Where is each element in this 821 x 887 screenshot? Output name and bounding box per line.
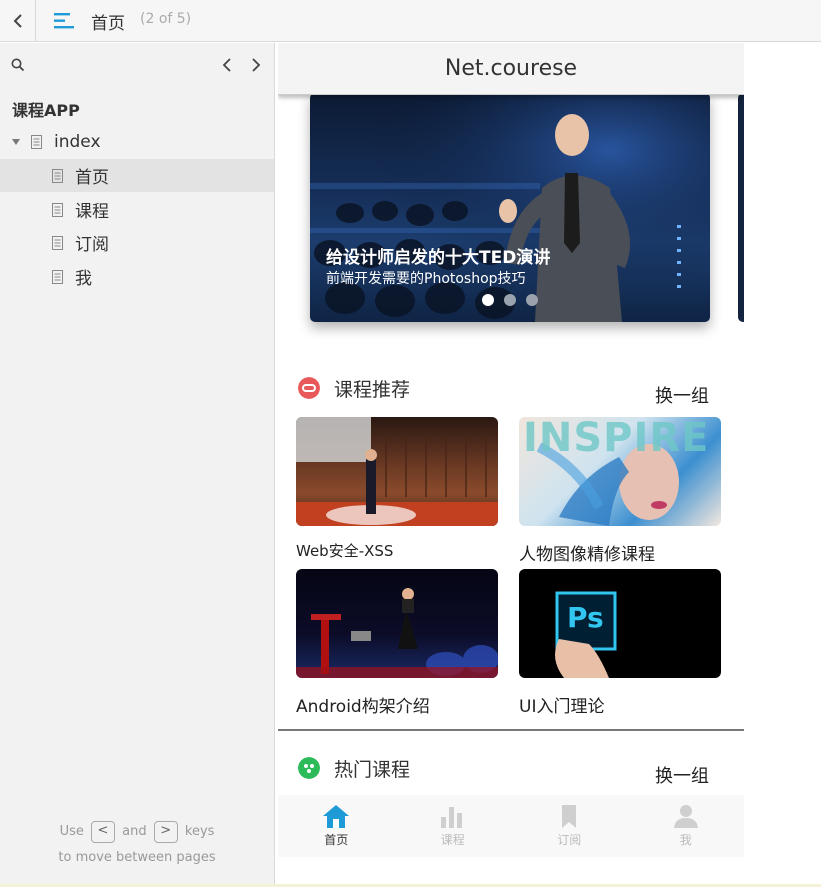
banner-subtitle: 前端开发需要的Photoshop技巧: [326, 271, 526, 287]
section-title: 课程推荐: [334, 379, 411, 401]
section-divider: [278, 729, 744, 731]
tab-me[interactable]: 我: [628, 795, 745, 857]
bar-chart-icon: [440, 807, 462, 828]
popular-section-header: 热门课程 换一组: [278, 749, 744, 789]
search-icon[interactable]: [10, 57, 26, 73]
project-title: 课程APP: [12, 101, 80, 120]
carousel-dots: [482, 294, 538, 306]
banner-next-slide[interactable]: [738, 93, 744, 322]
refresh-button[interactable]: 换一组: [655, 382, 709, 408]
course-title: UI入门理论: [519, 697, 605, 717]
tree-item-courses[interactable]: 课程: [0, 193, 274, 226]
tab-home[interactable]: 首页: [278, 795, 395, 857]
course-thumbnail: Ps: [519, 569, 721, 678]
banner-title: 给设计师启发的十大TED演讲: [326, 248, 551, 268]
tree-item-me[interactable]: 我: [0, 260, 274, 293]
tree-item-label: 我: [75, 269, 92, 289]
sidebar: 课程APP index 首页 课程 订阅 我 Use < and > keys …: [0, 43, 275, 887]
course-card[interactable]: Ps UI入门理论: [519, 569, 721, 717]
page-icon: [52, 168, 63, 183]
carousel-dot[interactable]: [504, 294, 516, 306]
keyboard-help: Use < and > keys to move between pages: [0, 819, 274, 871]
course-title: 人物图像精修课程: [519, 545, 655, 565]
bookmark-icon: [562, 805, 577, 828]
photoshop-icon: Ps: [567, 601, 604, 634]
tree-item-home[interactable]: 首页: [0, 159, 274, 192]
thumbnail-art-text: INSPIRE: [523, 417, 710, 461]
course-thumbnail: [296, 417, 498, 526]
tree-item-subscribe[interactable]: 订阅: [0, 226, 274, 259]
collapse-sidebar-button[interactable]: [0, 0, 36, 42]
caret-down-icon[interactable]: [11, 137, 21, 147]
course-thumbnail: [296, 569, 498, 678]
course-card[interactable]: Web安全-XSS: [296, 417, 498, 561]
key-left: <: [91, 820, 115, 843]
banner-carousel[interactable]: 给设计师启发的十大TED演讲 前端开发需要的Photoshop技巧: [310, 93, 710, 322]
tab-subscribe[interactable]: 订阅: [511, 795, 628, 857]
tab-courses[interactable]: 课程: [395, 795, 512, 857]
home-icon: [323, 805, 350, 828]
tree-item-label: 课程: [75, 202, 109, 222]
recommend-icon: [298, 377, 320, 399]
help-text: keys: [184, 824, 215, 839]
help-text: to move between pages: [58, 850, 216, 865]
menu-icon[interactable]: [50, 8, 76, 34]
tab-label: 订阅: [557, 833, 582, 847]
recommend-section-header: 课程推荐 换一组: [278, 369, 744, 409]
course-card[interactable]: Android构架介绍: [296, 569, 498, 717]
course-thumbnail: INSPIRE: [519, 417, 721, 526]
previous-page-button[interactable]: [218, 55, 236, 75]
page-icon: [31, 134, 42, 149]
page-icon: [52, 269, 63, 284]
bottom-tab-bar: 首页 课程 订阅 我: [278, 795, 744, 857]
app-preview: Net.courese 给设计师启发的十大TED演讲 前端开发需要的Photos…: [278, 43, 744, 887]
page-title: 首页: [91, 14, 125, 34]
top-toolbar: 首页 (2 of 5): [0, 0, 821, 42]
tree-item-label: 订阅: [75, 235, 109, 255]
page-counter: (2 of 5): [140, 11, 192, 27]
carousel-dot[interactable]: [526, 294, 538, 306]
course-title: Android构架介绍: [296, 697, 430, 717]
section-title: 热门课程: [334, 759, 411, 781]
tree-item-label: 首页: [75, 168, 109, 188]
popular-icon: [298, 757, 320, 779]
tab-label: 课程: [440, 833, 465, 847]
app-header-title: Net.courese: [278, 43, 744, 95]
course-card[interactable]: INSPIRE 人物图像精修课程: [519, 417, 721, 565]
help-text: Use: [59, 824, 84, 839]
tab-label: 首页: [324, 833, 349, 847]
next-page-button[interactable]: [247, 55, 265, 75]
help-text: and: [122, 824, 147, 839]
course-title: Web安全-XSS: [296, 542, 394, 560]
page-icon: [52, 202, 63, 217]
tree-item-index[interactable]: index: [0, 125, 274, 158]
key-right: >: [153, 820, 178, 843]
chevron-left-icon: [13, 14, 22, 28]
tab-label: 我: [679, 833, 692, 847]
user-icon: [673, 805, 698, 828]
refresh-button[interactable]: 换一组: [655, 762, 709, 788]
carousel-dot[interactable]: [482, 294, 494, 306]
page-icon: [52, 235, 63, 250]
tree-item-label: index: [54, 131, 101, 152]
